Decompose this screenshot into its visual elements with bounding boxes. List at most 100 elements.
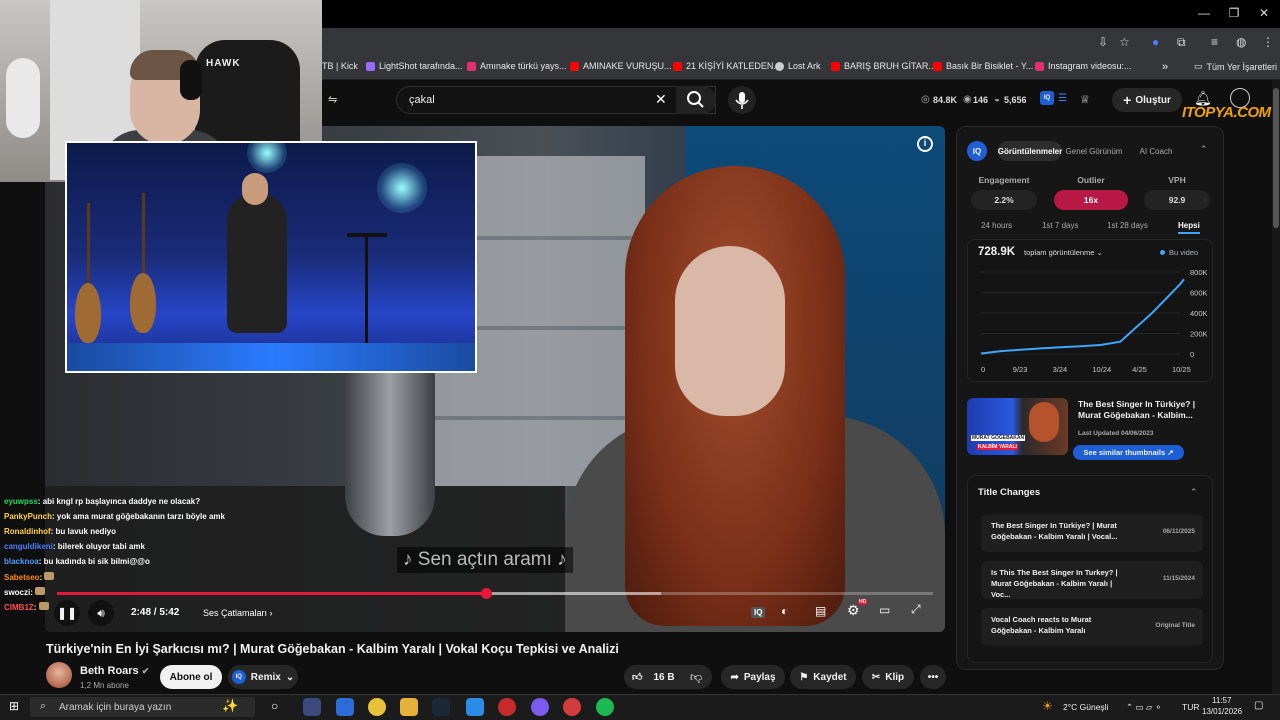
- dislike-button[interactable]: 👎︎: [690, 670, 702, 685]
- see-similar-thumbnails-button[interactable]: See similar thumbnails ↗: [1073, 445, 1184, 460]
- clock-date[interactable]: 13/01/2026: [1202, 707, 1242, 716]
- info-icon[interactable]: i: [917, 136, 933, 152]
- bookmark-item[interactable]: Amınake türkü yays...: [467, 61, 567, 71]
- chapter-button[interactable]: Ses Çatlamaları ›: [203, 608, 273, 618]
- metric-label: VPH: [1168, 175, 1186, 185]
- title-change-item: The Best Singer In Türkiye? | Murat Göğe…: [981, 514, 1203, 552]
- vidiq-player-icon[interactable]: IQ: [751, 607, 766, 618]
- chat-message: swoczi:: [4, 587, 46, 597]
- channel-avatar[interactable]: [46, 662, 72, 688]
- media-control-icon[interactable]: ≡: [1211, 35, 1218, 49]
- weather-icon[interactable]: ☀: [1042, 699, 1053, 713]
- trophy-icon[interactable]: ♕: [1080, 93, 1090, 106]
- globe-icon: [775, 61, 784, 71]
- file-explorer-icon[interactable]: [400, 698, 418, 716]
- minimize-button[interactable]: —: [1194, 6, 1214, 20]
- collapse-chevron-icon[interactable]: ⌃: [1200, 144, 1208, 155]
- instagram-icon: [467, 61, 476, 71]
- spotify-icon[interactable]: [596, 698, 614, 716]
- all-bookmarks-button[interactable]: ▭ Tüm Yer İşaretleri: [1194, 61, 1277, 72]
- extensions-puzzle-icon[interactable]: ⧉: [1177, 35, 1186, 50]
- bookmark-item[interactable]: AMINAKE VURUŞU...: [570, 61, 672, 71]
- remix-button[interactable]: IQ Remix ⌄: [228, 665, 298, 689]
- range-24h[interactable]: 24 hours: [981, 221, 1012, 230]
- bookmark-item[interactable]: Basık Bir Bisiklet - Y...: [933, 61, 1033, 71]
- chevron-down-icon: ⌄: [285, 671, 295, 683]
- bookmark-item[interactable]: BARIŞ BRUH GİTAR...: [831, 61, 936, 71]
- task-view-icon[interactable]: ○: [271, 699, 278, 713]
- app-icon[interactable]: [498, 698, 516, 716]
- chat-message: Sabetseo:: [4, 572, 55, 582]
- more-actions-button[interactable]: •••: [920, 665, 946, 689]
- youtube-icon: [831, 61, 840, 71]
- close-button[interactable]: ✕: [1254, 6, 1274, 20]
- search-button[interactable]: [676, 86, 716, 114]
- bookmarks-overflow-button[interactable]: »: [1162, 61, 1168, 73]
- extension-icon[interactable]: ●: [1152, 35, 1159, 49]
- discord-icon[interactable]: [531, 698, 549, 716]
- range-7d[interactable]: 1st 7 days: [1042, 221, 1078, 230]
- maximize-button[interactable]: ❐: [1224, 6, 1244, 20]
- tools-icon[interactable]: ☰: [1058, 93, 1067, 104]
- range-28d[interactable]: 1st 28 days: [1107, 221, 1148, 230]
- series-line: [980, 278, 1185, 355]
- tab-ai-coach[interactable]: AI Coach: [1128, 141, 1184, 161]
- scrollbar-thumb[interactable]: [1273, 88, 1279, 228]
- filter-icon[interactable]: ⇋: [328, 93, 337, 106]
- tab-overview[interactable]: Genel Görünüm: [1062, 141, 1126, 161]
- app-icon[interactable]: [303, 698, 321, 716]
- settings-gear-icon[interactable]: ⚙: [847, 602, 860, 619]
- volume-button[interactable]: 🔊︎: [88, 600, 114, 626]
- x-tick-label: 9/23: [1013, 365, 1028, 374]
- bookmark-item[interactable]: Lost Ark: [775, 61, 821, 71]
- pause-button[interactable]: ❚❚: [54, 600, 80, 626]
- vidiq-icon[interactable]: IQ: [1040, 91, 1054, 105]
- collapse-chevron-icon[interactable]: ⌃: [1190, 487, 1198, 498]
- weather-text[interactable]: 2°C Güneşli: [1063, 702, 1108, 712]
- bookmark-item[interactable]: Instagram videosu:...: [1035, 61, 1132, 71]
- bookmark-star-icon[interactable]: ☆: [1119, 35, 1130, 49]
- range-all[interactable]: Hepsi: [1178, 221, 1200, 234]
- theater-mode-icon[interactable]: ▭: [879, 603, 890, 617]
- autoplay-toggle-icon[interactable]: ◐: [781, 604, 788, 618]
- channel-name[interactable]: Beth Roars ✔: [80, 665, 149, 677]
- thumbnail-face: [1029, 402, 1059, 442]
- clip-button[interactable]: ✂ Klip: [862, 665, 914, 689]
- metric-select[interactable]: toplam görüntülenme ⌄: [1024, 248, 1103, 257]
- share-button[interactable]: ➦ Paylaş: [721, 665, 785, 689]
- system-tray-icons[interactable]: ⌃ ▭ ▱ ⚬: [1126, 702, 1162, 713]
- fullscreen-icon[interactable]: ⤢: [911, 602, 921, 617]
- steam-icon[interactable]: [432, 698, 450, 716]
- language-indicator[interactable]: TUR: [1182, 702, 1199, 712]
- search-query: çakal: [409, 94, 435, 106]
- install-app-icon[interactable]: ⇩: [1098, 35, 1108, 49]
- clock-time[interactable]: 11:57: [1212, 696, 1231, 705]
- tab-views[interactable]: Görüntülenmeler: [998, 141, 1062, 161]
- create-button[interactable]: + Oluştur: [1112, 88, 1182, 112]
- windows-start-icon[interactable]: ⊞: [9, 699, 19, 713]
- profile-icon[interactable]: ◍: [1236, 35, 1246, 49]
- video-thumbnail[interactable]: MURAT GÖĞEBAKAN KALBİM YARALI: [967, 398, 1068, 455]
- subscribe-button[interactable]: Abone ol: [160, 665, 222, 689]
- clear-search-icon[interactable]: ✕: [655, 91, 667, 108]
- singer-head: [242, 173, 268, 205]
- stage-light: [377, 163, 427, 213]
- browser-menu-icon[interactable]: ⋮: [1262, 35, 1274, 49]
- headset-icon: [180, 60, 202, 100]
- progress-bar[interactable]: [57, 588, 933, 599]
- app-icon[interactable]: [466, 698, 484, 716]
- chrome-icon[interactable]: [368, 698, 386, 716]
- instagram-icon: [1035, 61, 1044, 71]
- notification-center-icon[interactable]: ▢: [1254, 700, 1263, 711]
- store-icon[interactable]: [336, 698, 354, 716]
- search-icon: ⌕: [40, 700, 47, 712]
- bookmark-item[interactable]: 21 KİŞİYİ KATLEDEN...: [673, 61, 781, 71]
- thumbs-down-icon: 👎︎: [690, 670, 703, 684]
- search-input[interactable]: çakal ✕: [396, 86, 716, 114]
- subtitles-icon[interactable]: ▤: [815, 604, 826, 618]
- chrome-icon[interactable]: [563, 698, 581, 716]
- save-button[interactable]: ⚑ Kaydet: [790, 665, 856, 689]
- bookmark-item[interactable]: TB | Kick: [322, 61, 358, 71]
- bookmark-item[interactable]: LightShot tarafında...: [366, 61, 463, 71]
- voice-search-button[interactable]: [728, 86, 756, 114]
